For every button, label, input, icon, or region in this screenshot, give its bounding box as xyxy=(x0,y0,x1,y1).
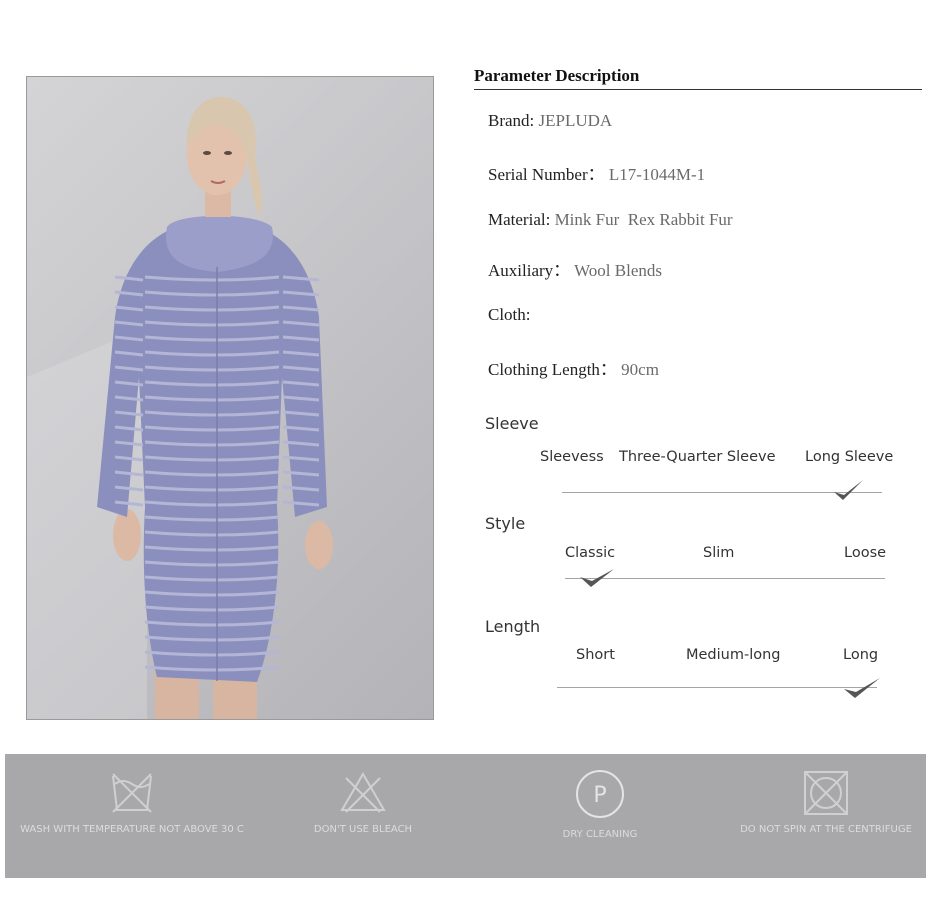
care-item-bleach: DON'T USE BLEACH xyxy=(248,754,478,878)
brand-value: JEPLUDA xyxy=(538,111,613,130)
sleeve-option-long: Long Sleeve xyxy=(805,449,894,465)
dry-clean-icon: P xyxy=(576,770,624,818)
material-row: Material: Mink Fur Rex Rabbit Fur xyxy=(488,210,733,230)
serial-number-value: L17-1044M-1 xyxy=(608,165,706,184)
material-value: Mink Fur Rex Rabbit Fur xyxy=(554,210,733,229)
material-label: Material: xyxy=(488,210,551,229)
care-text-spin: DO NOT SPIN AT THE CENTRIFUGE xyxy=(740,824,912,835)
brand-label: Brand: xyxy=(488,111,535,130)
care-instructions-bar: WASH WITH TEMPERATURE NOT ABOVE 30 C DON… xyxy=(5,754,926,878)
auxiliary-label: Auxiliary： xyxy=(488,261,571,280)
style-option-classic: Classic xyxy=(565,545,616,561)
style-check-icon xyxy=(580,569,614,587)
length-check-icon xyxy=(844,678,880,698)
style-option-loose: Loose xyxy=(844,545,887,561)
auxiliary-row: Auxiliary： Wool Blends xyxy=(488,256,662,281)
sleeve-check-icon xyxy=(834,480,863,500)
parameter-title: Parameter Description xyxy=(474,66,640,85)
no-wash-icon xyxy=(112,773,152,813)
length-option-long: Long xyxy=(843,647,879,663)
sleeve-option-sleevess: Sleevess xyxy=(540,449,604,465)
care-text-dry-clean: DRY CLEANING xyxy=(562,829,638,840)
model-wearing-coat-illustration xyxy=(27,96,333,719)
no-spin-icon xyxy=(804,771,848,815)
auxiliary-value: Wool Blends xyxy=(574,261,662,280)
clothing-length-value: 90cm xyxy=(621,360,659,379)
length-label: Length xyxy=(485,617,541,636)
length-scale-line xyxy=(557,687,877,688)
brand-row: Brand: JEPLUDA xyxy=(488,111,612,131)
product-photo xyxy=(26,76,434,720)
style-label: Style xyxy=(485,514,526,533)
care-item-dry-clean: P DRY CLEANING xyxy=(485,754,715,878)
sleeve-label: Sleeve xyxy=(485,414,539,433)
svg-text:P: P xyxy=(593,783,606,808)
clothing-length-label: Clothing Length： xyxy=(488,360,617,379)
cloth-label: Cloth: xyxy=(488,305,531,324)
sleeve-option-three-quarter: Three-Quarter Sleeve xyxy=(619,449,776,465)
length-option-short: Short xyxy=(576,647,615,663)
serial-number-row: Serial Number： L17-1044M-1 xyxy=(488,160,705,185)
serial-number-label: Serial Number： xyxy=(488,165,605,184)
style-option-slim: Slim xyxy=(703,545,735,561)
title-divider xyxy=(474,89,922,90)
care-item-wash: WASH WITH TEMPERATURE NOT ABOVE 30 C xyxy=(17,754,247,878)
care-text-wash: WASH WITH TEMPERATURE NOT ABOVE 30 C xyxy=(20,824,244,835)
length-option-medium-long: Medium-long xyxy=(686,647,781,663)
clothing-length-row: Clothing Length： 90cm xyxy=(488,355,659,380)
cloth-row: Cloth: xyxy=(488,305,531,325)
care-text-bleach: DON'T USE BLEACH xyxy=(313,824,413,835)
no-bleach-icon xyxy=(340,772,386,813)
care-item-spin: DO NOT SPIN AT THE CENTRIFUGE xyxy=(711,754,930,878)
